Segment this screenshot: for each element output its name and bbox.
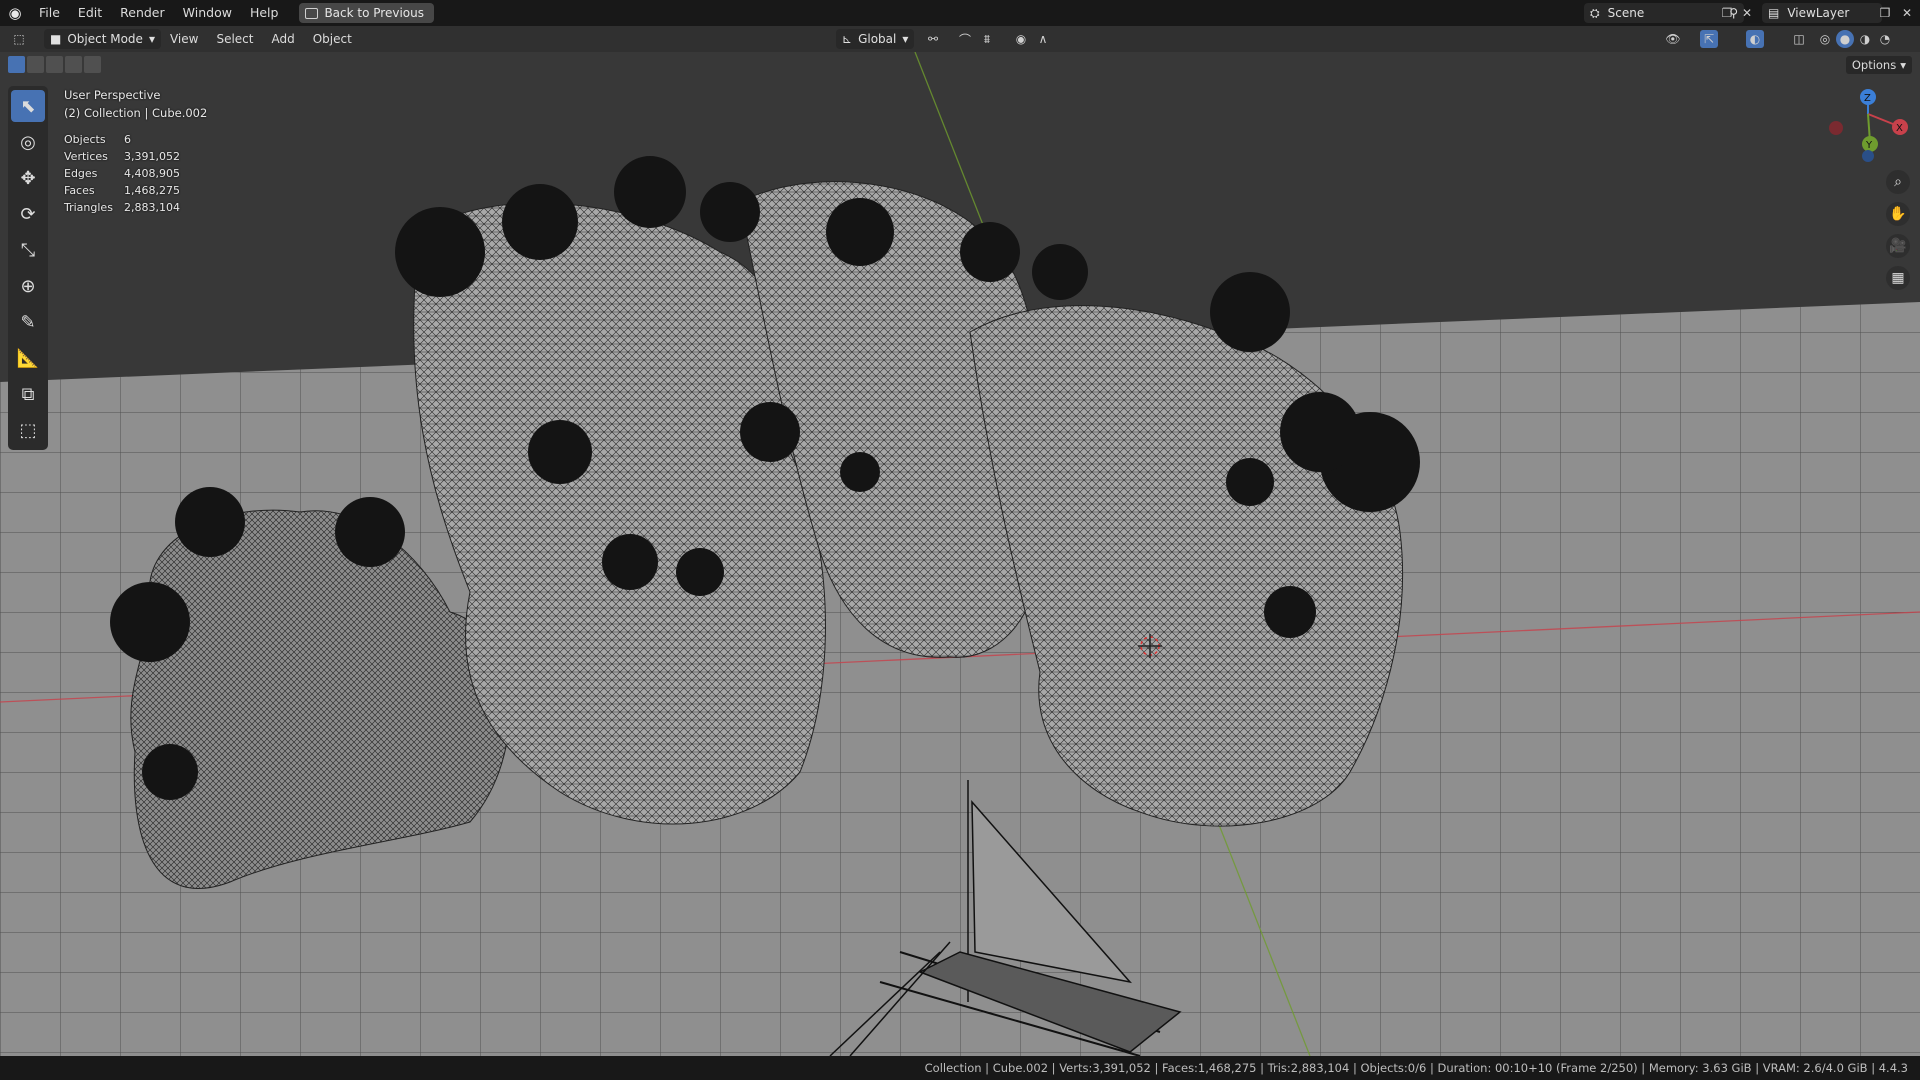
stat-value: 2,883,104	[124, 201, 180, 214]
orientation-label: Global	[858, 32, 897, 46]
viewport-info: User Perspective (2) Collection | Cube.0…	[64, 86, 207, 122]
selection-modes	[8, 56, 101, 74]
status-text: Collection | Cube.002 | Verts:3,391,052 …	[924, 1061, 1908, 1075]
status-bar: Collection | Cube.002 | Verts:3,391,052 …	[0, 1056, 1920, 1080]
tool-shelf: ⬉ ◎ ✥ ⟳ ⤡ ⊕ ✎ 📐 ⧉ ⬚	[8, 86, 48, 450]
editor-type-icon[interactable]: ⬚	[10, 30, 28, 48]
chevron-down-icon: ▾	[148, 32, 155, 46]
menu-file[interactable]: File	[30, 0, 69, 26]
stats-row: Faces 1,468,275	[64, 182, 180, 199]
transform-tool-icon[interactable]: ⊕	[11, 270, 45, 302]
select-new-icon[interactable]	[8, 56, 25, 73]
scene-statistics: Objects 6 Vertices 3,391,052 Edges 4,408,90…	[64, 131, 180, 216]
stat-label: Triangles	[64, 201, 113, 214]
stat-value: 6	[124, 133, 131, 146]
rendered-shading-icon[interactable]: ◔	[1876, 30, 1894, 48]
options-label: Options	[1851, 58, 1897, 72]
viewlayer-selector[interactable]: ▤ ViewLayer	[1762, 3, 1882, 23]
pivot-icon[interactable]: ⚯	[924, 30, 942, 48]
add-object-tool-icon[interactable]: ⬚	[11, 414, 45, 446]
perspective-toggle-icon[interactable]: ▦	[1886, 266, 1910, 290]
stat-label: Objects	[64, 133, 106, 146]
stats-row: Objects 6	[64, 131, 180, 148]
select-subtract-icon[interactable]	[46, 56, 63, 73]
material-shading-icon[interactable]: ◑	[1856, 30, 1874, 48]
menu-view[interactable]: View	[161, 32, 207, 46]
xray-toggle-icon[interactable]: ◫	[1790, 30, 1808, 48]
back-to-previous-button[interactable]: Back to Previous	[299, 3, 434, 23]
gizmo-toggle-icon[interactable]: ⇱	[1700, 30, 1718, 48]
delete-scene-icon[interactable]: ✕	[1738, 4, 1756, 22]
falloff-icon[interactable]: ∧	[1034, 30, 1052, 48]
mode-label: Object Mode	[67, 32, 143, 46]
viewport-header: ⬚ ■ Object Mode ▾ View Select Add Object…	[0, 26, 1920, 52]
stat-label: Faces	[64, 184, 95, 197]
object-mode-icon: ■	[50, 32, 62, 46]
chevron-down-icon: ▾	[902, 32, 909, 46]
view-name: User Perspective	[64, 88, 161, 102]
gizmo-z-label: Z	[1864, 93, 1871, 104]
snap-target-icon[interactable]: ⩩	[978, 30, 996, 48]
move-tool-icon[interactable]: ✥	[11, 162, 45, 194]
menu-render[interactable]: Render	[111, 0, 174, 26]
new-viewlayer-icon[interactable]: ❐	[1876, 4, 1894, 22]
scene-icon: ⛭	[1590, 5, 1600, 20]
select-invert-icon[interactable]	[65, 56, 82, 73]
measure-tool-icon[interactable]: 📐	[11, 342, 45, 374]
gizmo-y-label: Y	[1865, 140, 1873, 151]
orientation-icon: ⊾	[842, 32, 853, 46]
viewport-scene: Z X Y	[0, 52, 1920, 1056]
visibility-icon[interactable]: 👁	[1664, 30, 1682, 48]
menu-help[interactable]: Help	[241, 0, 288, 26]
stat-label: Edges	[64, 167, 98, 180]
menu-edit[interactable]: Edit	[69, 0, 111, 26]
navigation-buttons: ⌕ ✋ 🎥 ▦	[1886, 170, 1910, 290]
viewlayer-label: ViewLayer	[1787, 6, 1850, 20]
cursor-tool-icon[interactable]: ◎	[11, 126, 45, 158]
annotate-tool-icon[interactable]: ✎	[11, 306, 45, 338]
add-cube-tool-icon[interactable]: ⧉	[11, 378, 45, 410]
delete-viewlayer-icon[interactable]: ✕	[1898, 4, 1916, 22]
back-to-previous-label: Back to Previous	[324, 6, 424, 20]
stat-label: Vertices	[64, 150, 108, 163]
select-intersect-icon[interactable]	[84, 56, 101, 73]
new-scene-icon[interactable]: ❐	[1718, 4, 1736, 22]
select-extend-icon[interactable]	[27, 56, 44, 73]
3d-viewport[interactable]: Z X Y	[0, 52, 1920, 1056]
proportional-editing-icon[interactable]: ◉	[1012, 30, 1030, 48]
gizmo-x-label: X	[1896, 123, 1903, 134]
stats-row: Triangles 2,883,104	[64, 199, 180, 216]
snap-icon[interactable]: ⌒	[956, 30, 974, 48]
options-dropdown[interactable]: Options ▾	[1845, 56, 1912, 74]
scale-tool-icon[interactable]: ⤡	[11, 234, 45, 266]
orientation-selector[interactable]: ⊾ Global ▾	[836, 29, 915, 49]
pan-hand-icon[interactable]: ✋	[1886, 202, 1910, 226]
collection-line: (2) Collection | Cube.002	[64, 106, 208, 120]
zoom-icon[interactable]: ⌕	[1886, 170, 1910, 194]
menu-select[interactable]: Select	[207, 32, 262, 46]
menu-add[interactable]: Add	[262, 32, 303, 46]
camera-view-icon[interactable]: 🎥	[1886, 234, 1910, 258]
chevron-down-icon: ▾	[1900, 58, 1906, 72]
stats-row: Vertices 3,391,052	[64, 148, 180, 165]
stats-row: Edges 4,408,905	[64, 165, 180, 182]
select-box-tool-icon[interactable]: ⬉	[11, 90, 45, 122]
screen-icon	[305, 7, 319, 19]
top-bar: ◉ File Edit Render Window Help Back to P…	[0, 0, 1920, 26]
stat-value: 1,468,275	[124, 184, 180, 197]
solid-shading-icon[interactable]: ●	[1836, 30, 1854, 48]
mode-selector[interactable]: ■ Object Mode ▾	[44, 29, 161, 49]
stat-value: 3,391,052	[124, 150, 180, 163]
stat-value: 4,408,905	[124, 167, 180, 180]
scene-label: Scene	[1607, 6, 1645, 20]
rotate-tool-icon[interactable]: ⟳	[11, 198, 45, 230]
wireframe-shading-icon[interactable]: ◎	[1816, 30, 1834, 48]
menu-window[interactable]: Window	[174, 0, 241, 26]
menu-object[interactable]: Object	[304, 32, 361, 46]
viewlayer-icon: ▤	[1768, 6, 1780, 20]
overlays-toggle-icon[interactable]: ◐	[1746, 30, 1764, 48]
blender-logo-icon[interactable]: ◉	[0, 0, 30, 26]
